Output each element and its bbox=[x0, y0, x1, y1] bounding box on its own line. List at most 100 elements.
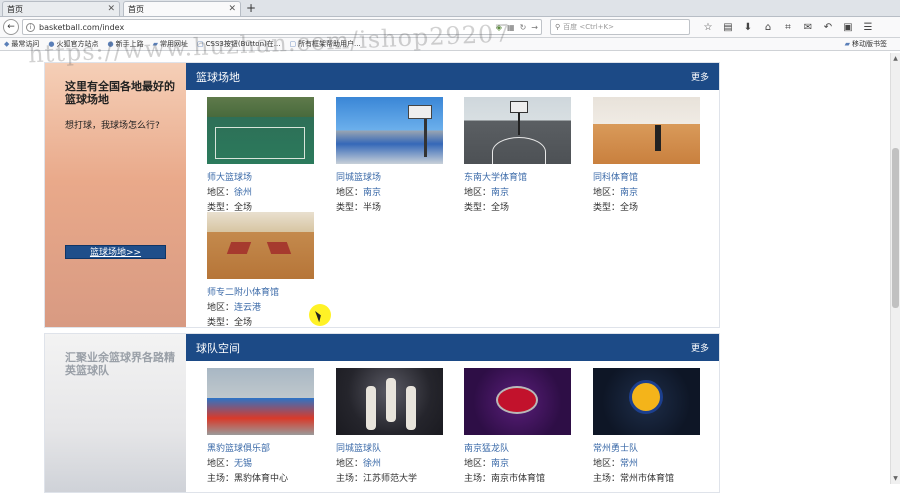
team-region[interactable]: 无锡 bbox=[234, 459, 252, 469]
bookmark-item[interactable]: ◆ 最常访问 bbox=[4, 39, 39, 49]
court-region[interactable]: 南京 bbox=[363, 188, 381, 198]
clipboard-icon[interactable]: ▤ bbox=[718, 22, 738, 33]
court-card[interactable]: 同城篮球场 地区：南京 类型：半场 bbox=[336, 97, 443, 213]
court-photo[interactable] bbox=[207, 212, 314, 279]
court-name[interactable]: 师专二附小体育馆 bbox=[207, 285, 314, 298]
team-photo[interactable] bbox=[593, 368, 700, 435]
court-photo[interactable] bbox=[593, 97, 700, 164]
folder-icon: ▰ bbox=[844, 40, 850, 48]
scrollbar-thumb[interactable] bbox=[892, 148, 899, 308]
info-icon[interactable]: i bbox=[26, 22, 35, 32]
search-input[interactable]: ⚲ 百度 <Ctrl+K> bbox=[550, 19, 690, 35]
arrow-right-icon[interactable]: → bbox=[531, 23, 538, 32]
court-name[interactable]: 同城篮球场 bbox=[336, 170, 443, 183]
star-icon[interactable]: ☆ bbox=[698, 22, 718, 33]
team-photo[interactable] bbox=[464, 368, 571, 435]
search-placeholder: 百度 <Ctrl+K> bbox=[563, 23, 615, 31]
page-icon: ▢ bbox=[197, 40, 204, 48]
teams-header: 球队空间 更多 bbox=[186, 334, 719, 361]
crop-icon[interactable]: ⌗ bbox=[778, 22, 798, 33]
team-name[interactable]: 南京猛龙队 bbox=[464, 441, 571, 454]
close-icon[interactable]: ✕ bbox=[228, 4, 236, 14]
home-icon[interactable]: ⌂ bbox=[758, 22, 778, 33]
court-name[interactable]: 师大篮球场 bbox=[207, 170, 314, 183]
shield-icon[interactable]: ◈ bbox=[496, 23, 502, 32]
bookmark-item[interactable]: ▢ 所有框架帮助用户... bbox=[289, 39, 360, 49]
court-photo[interactable] bbox=[464, 97, 571, 164]
close-icon[interactable]: ✕ bbox=[107, 4, 115, 14]
tab-1-label: 首页 bbox=[7, 4, 23, 14]
court-card[interactable]: 东南大学体育馆 地区：南京 类型：全场 bbox=[464, 97, 571, 213]
teams-banner: 汇聚业余篮球界各路精英篮球队 bbox=[45, 334, 186, 492]
bookmark-item-mobile[interactable]: ▰ 移动版书签 bbox=[845, 39, 887, 49]
bookmark-item[interactable]: ▰ 常用网址 bbox=[153, 39, 188, 49]
team-card[interactable]: 南京猛龙队 地区：南京 主场：南京市体育馆 bbox=[464, 368, 571, 484]
court-type: 全场 bbox=[620, 203, 639, 213]
url-text: basketball.com/index bbox=[39, 22, 125, 32]
team-home: 常州市体育馆 bbox=[620, 474, 675, 484]
scroll-up-icon[interactable]: ▲ bbox=[891, 55, 900, 62]
raptors-logo bbox=[496, 386, 538, 414]
court-type: 全场 bbox=[234, 318, 253, 328]
team-card[interactable]: 黑豹篮球俱乐部 地区：无锡 主场：黑豹体育中心 bbox=[207, 368, 314, 484]
teams-section: 汇聚业余篮球界各路精英篮球队 球队空间 更多 黑豹篮球俱乐部 地区：无锡 主场：… bbox=[44, 333, 720, 493]
team-home: 南京市体育馆 bbox=[491, 474, 546, 484]
back-button[interactable]: ← bbox=[3, 19, 19, 35]
courts-banner-title: 这里有全国各地最好的篮球场地 bbox=[65, 80, 175, 106]
firefox-icon: ● bbox=[48, 40, 55, 48]
teams-more-link[interactable]: 更多 bbox=[691, 341, 709, 354]
bookmarks-bar: ◆ 最常访问 ● 火狐官方站点 ● 新手上路 ▰ 常用网址 ▢ CSS3按钮(Button… bbox=[0, 38, 900, 51]
team-photo[interactable] bbox=[207, 368, 314, 435]
team-name[interactable]: 黑豹篮球俱乐部 bbox=[207, 441, 314, 454]
tab-2[interactable]: 首页 ✕ bbox=[123, 1, 241, 16]
firefox-icon: ● bbox=[107, 40, 114, 48]
team-photo[interactable] bbox=[336, 368, 443, 435]
courts-header: 篮球场地 更多 bbox=[186, 63, 719, 90]
team-name[interactable]: 同城篮球队 bbox=[336, 441, 443, 454]
teams-banner-title: 汇聚业余篮球界各路精英篮球队 bbox=[65, 351, 175, 377]
chat-icon[interactable]: ✉ bbox=[798, 22, 818, 33]
grid-icon[interactable]: ▦ bbox=[507, 23, 515, 32]
team-name[interactable]: 常州勇士队 bbox=[593, 441, 700, 454]
address-bar[interactable]: i basketball.com/index ◈ ▦ ↻ → bbox=[22, 19, 542, 35]
bookmark-icon: ◆ bbox=[4, 40, 10, 48]
warriors-logo bbox=[629, 380, 663, 414]
scroll-down-icon[interactable]: ▼ bbox=[891, 475, 900, 482]
team-card[interactable]: 同城篮球队 地区：徐州 主场：江苏师范大学 bbox=[336, 368, 443, 484]
team-region[interactable]: 常州 bbox=[620, 459, 638, 469]
page-viewport: 这里有全国各地最好的篮球场地 想打球，我球场怎么行? 篮球场地>> 篮球场地 更… bbox=[0, 53, 900, 493]
reload-icon[interactable]: ↻ bbox=[520, 23, 527, 32]
courts-more-link[interactable]: 更多 bbox=[691, 70, 709, 83]
courts-banner: 这里有全国各地最好的篮球场地 想打球，我球场怎么行? 篮球场地>> bbox=[45, 63, 186, 327]
court-name[interactable]: 东南大学体育馆 bbox=[464, 170, 571, 183]
page-icon: ▢ bbox=[289, 40, 297, 48]
team-region[interactable]: 徐州 bbox=[363, 459, 381, 469]
court-region[interactable]: 连云港 bbox=[234, 303, 261, 313]
bookmark-item[interactable]: ▢ CSS3按钮(Button)在... bbox=[197, 39, 280, 49]
court-photo[interactable] bbox=[336, 97, 443, 164]
courts-banner-subtitle: 想打球，我球场怎么行? bbox=[65, 121, 160, 131]
teams-main: 球队空间 更多 黑豹篮球俱乐部 地区：无锡 主场：黑豹体育中心 同城篮球队 地区… bbox=[186, 334, 719, 484]
screen-icon[interactable]: ▣ bbox=[838, 22, 858, 33]
team-card[interactable]: 常州勇士队 地区：常州 主场：常州市体育馆 bbox=[593, 368, 700, 484]
court-region[interactable]: 徐州 bbox=[234, 188, 252, 198]
court-region[interactable]: 南京 bbox=[620, 188, 638, 198]
tab-1[interactable]: 首页 ✕ bbox=[2, 1, 120, 16]
new-tab-button[interactable]: + bbox=[244, 2, 258, 16]
bookmark-item[interactable]: ● 新手上路 bbox=[108, 39, 144, 49]
court-card[interactable]: 师专二附小体育馆 地区：连云港 类型：全场 bbox=[207, 212, 314, 328]
courts-button[interactable]: 篮球场地>> bbox=[65, 245, 166, 259]
vertical-scrollbar[interactable]: ▲ ▼ bbox=[890, 53, 900, 484]
tab-bar: 首页 ✕ 首页 ✕ + bbox=[0, 0, 900, 17]
undo-icon[interactable]: ↶ bbox=[818, 22, 838, 33]
bookmark-item[interactable]: ● 火狐官方站点 bbox=[48, 39, 98, 49]
download-icon[interactable]: ⬇ bbox=[738, 22, 758, 33]
court-photo[interactable] bbox=[207, 97, 314, 164]
menu-icon[interactable]: ☰ bbox=[858, 22, 878, 33]
court-card[interactable]: 师大篮球场 地区：徐州 类型：全场 bbox=[207, 97, 314, 213]
team-region[interactable]: 南京 bbox=[491, 459, 509, 469]
court-name[interactable]: 同科体育馆 bbox=[593, 170, 700, 183]
court-card[interactable]: 同科体育馆 地区：南京 类型：全场 bbox=[593, 97, 700, 213]
court-region[interactable]: 南京 bbox=[491, 188, 509, 198]
court-type: 全场 bbox=[491, 203, 510, 213]
